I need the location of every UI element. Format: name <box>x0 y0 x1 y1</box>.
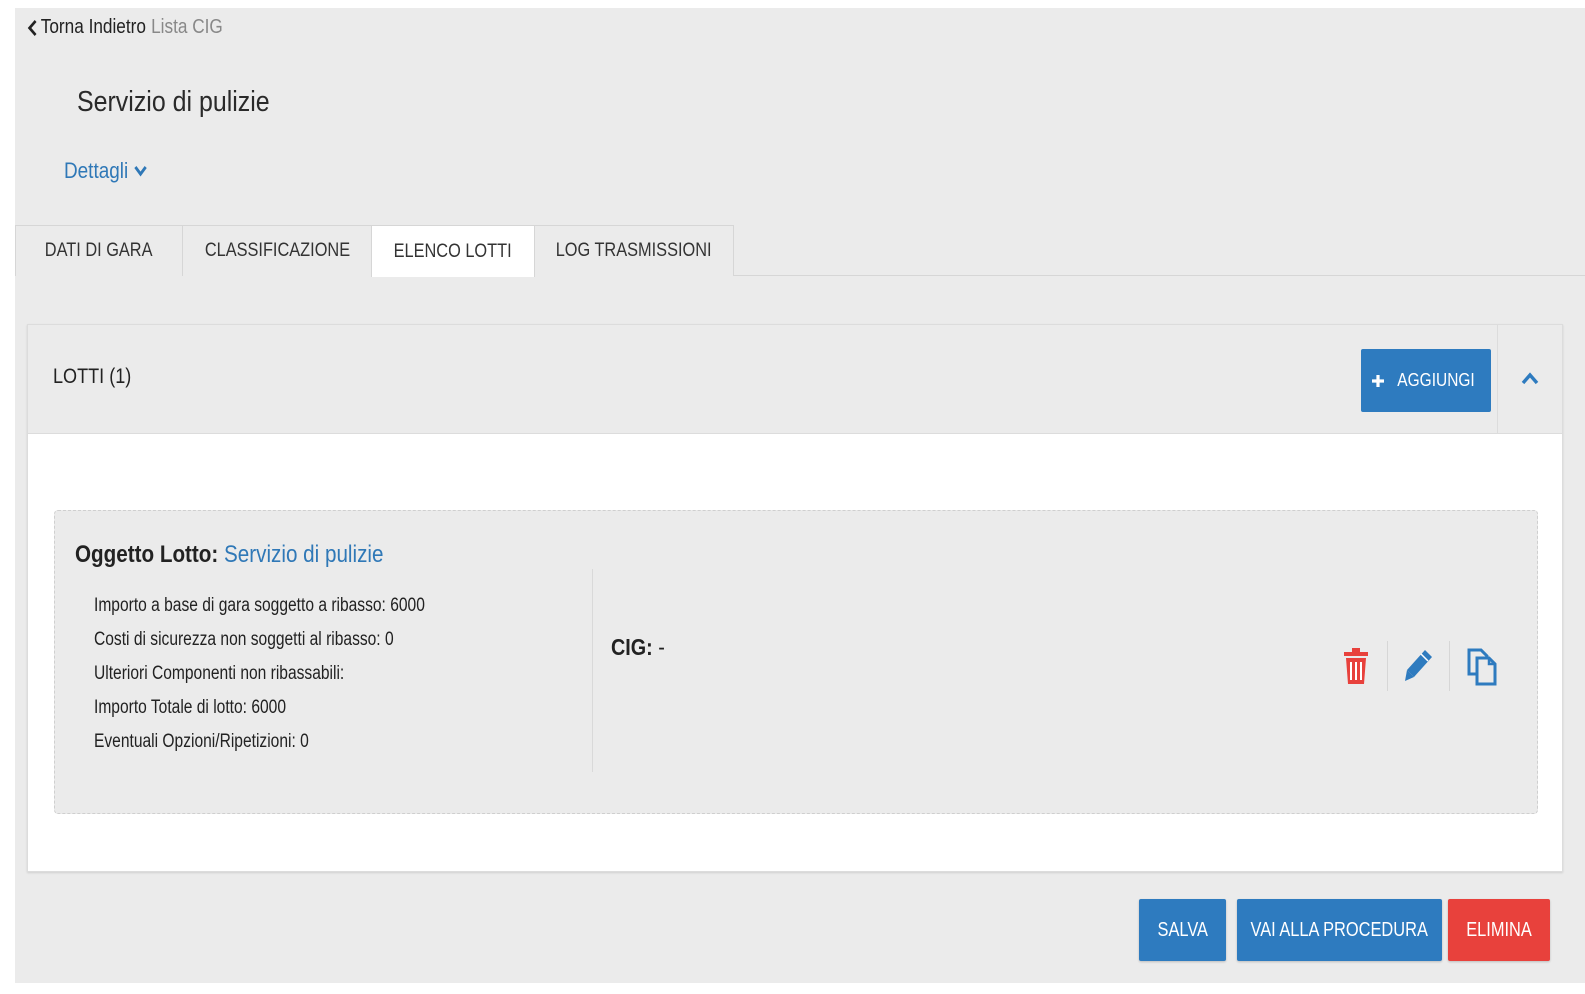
lot-detail-line: Eventuali Opzioni/Ripetizioni: 0 <box>94 731 309 752</box>
pencil-icon <box>1404 650 1432 681</box>
tab-bar: DATI DI GARA CLASSIFICAZIONE ELENCO LOTT… <box>15 225 1585 277</box>
lotti-panel-title: LOTTI (1) <box>53 365 132 388</box>
page-title: Servizio di pulizie <box>77 86 270 118</box>
lot-card: Oggetto Lotto: Servizio di pulizie Impor… <box>54 510 1538 814</box>
breadcrumb-current: Lista CIG <box>151 16 223 38</box>
lot-detail-line: Ulteriori Componenti non ribassabili: <box>94 663 345 684</box>
back-label: Torna Indietro <box>40 16 146 38</box>
collapse-toggle[interactable] <box>1497 325 1562 433</box>
cig-value: - <box>658 634 665 660</box>
copy-icon <box>1467 648 1496 686</box>
tab-dati-di-gara[interactable]: DATI DI GARA <box>15 225 183 276</box>
tab-elenco-lotti[interactable]: ELENCO LOTTI <box>371 225 535 277</box>
copy-lot-button[interactable] <box>1449 641 1511 691</box>
lot-divider <box>592 569 593 772</box>
tab-log-trasmissioni[interactable]: LOG TRASMISSIONI <box>534 225 734 276</box>
back-link[interactable]: Torna Indietro <box>27 16 146 39</box>
details-toggle[interactable]: Dettagli <box>64 158 147 184</box>
lotti-panel: LOTTI (1) AGGIUNGI Oggetto Lotto: Serviz… <box>27 324 1563 872</box>
lot-cig: CIG: - <box>611 634 665 661</box>
details-label: Dettagli <box>64 158 129 183</box>
plus-icon <box>1371 374 1384 387</box>
lot-subject-value: Servizio di pulizie <box>224 541 384 568</box>
add-lot-button[interactable]: AGGIUNGI <box>1361 349 1491 412</box>
chevron-left-icon <box>27 19 37 36</box>
chevron-down-icon <box>133 165 147 177</box>
lot-subject-label: Oggetto Lotto: <box>75 541 219 568</box>
save-button[interactable]: SALVA <box>1139 899 1226 961</box>
breadcrumb: Torna Indietro Lista CIG <box>27 16 223 39</box>
chevron-up-icon <box>1521 372 1539 385</box>
app-window: Torna Indietro Lista CIG Servizio di pul… <box>15 8 1585 983</box>
tab-classificazione[interactable]: CLASSIFICAZIONE <box>182 225 372 276</box>
lot-details: Importo a base di gara soggetto a ribass… <box>94 589 425 759</box>
go-to-procedure-button[interactable]: VAI ALLA PROCEDURA <box>1237 899 1442 961</box>
lot-detail-line: Costi di sicurezza non soggetti al ribas… <box>94 629 394 650</box>
lot-detail-line: Importo a base di gara soggetto a ribass… <box>94 595 425 616</box>
lot-detail-line: Importo Totale di lotto: 6000 <box>94 697 286 718</box>
delete-lot-button[interactable] <box>1325 641 1387 691</box>
edit-lot-button[interactable] <box>1387 641 1449 691</box>
lot-actions <box>1325 641 1511 691</box>
trash-icon <box>1344 648 1368 684</box>
lotti-panel-header: LOTTI (1) AGGIUNGI <box>28 325 1562 434</box>
cig-label: CIG: <box>611 634 653 660</box>
lot-subject: Oggetto Lotto: Servizio di pulizie <box>75 541 383 569</box>
delete-button[interactable]: ELIMINA <box>1448 899 1550 961</box>
